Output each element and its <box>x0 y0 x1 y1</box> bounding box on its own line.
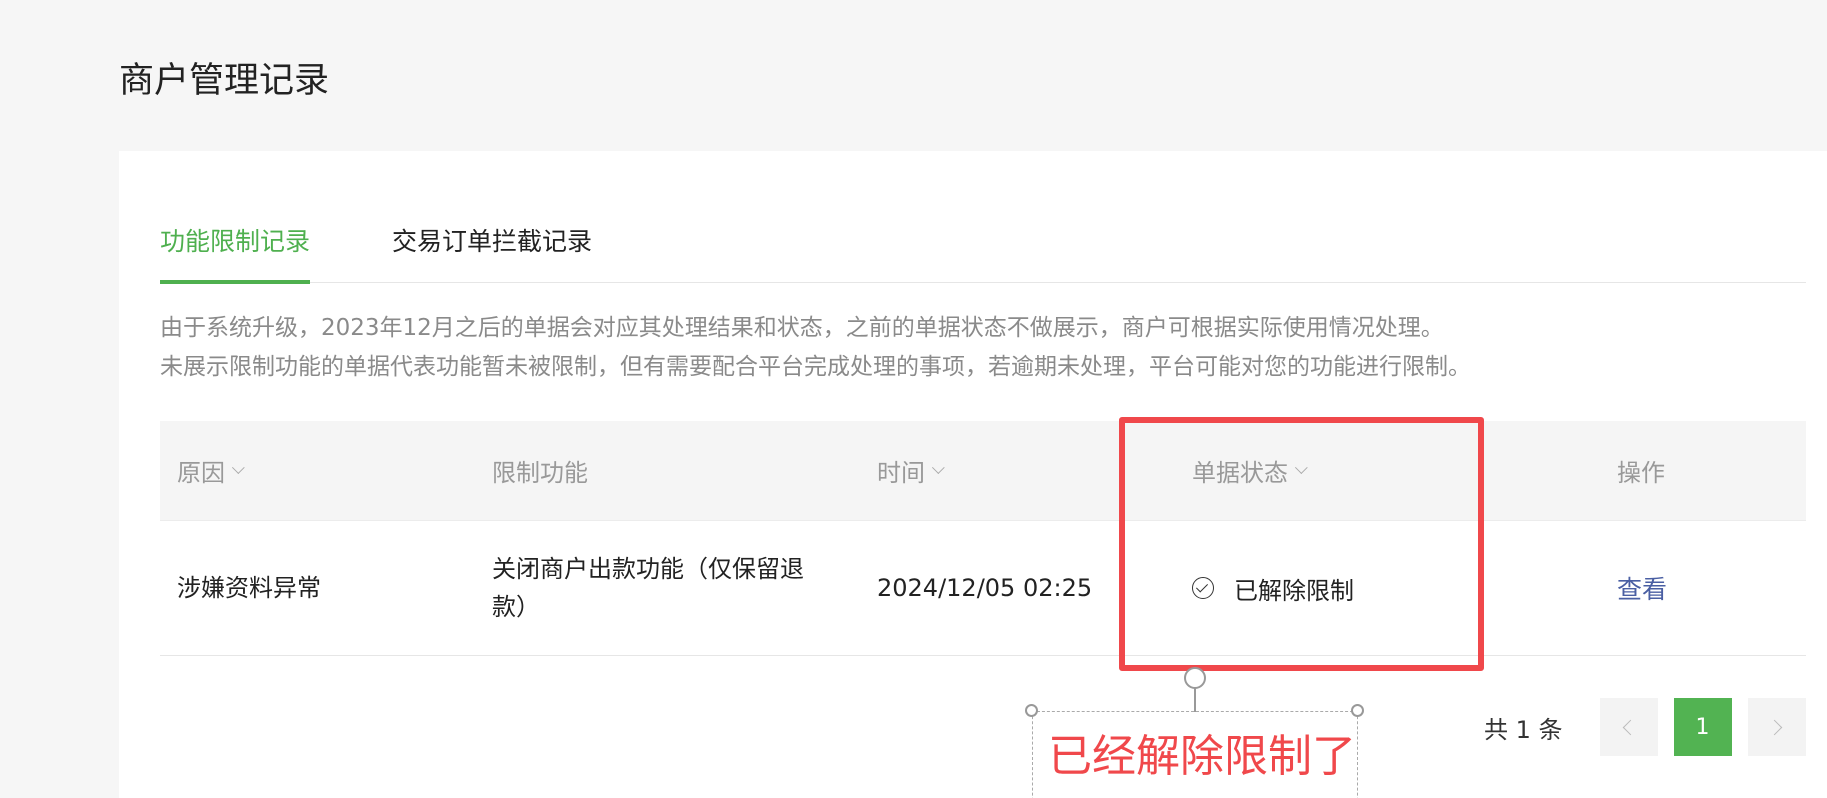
header-time[interactable]: 时间 <box>877 421 1147 520</box>
reason-text: 涉嫌资料异常 <box>177 574 321 602</box>
header-reason[interactable]: 原因 <box>177 421 467 520</box>
notice-line-2: 未展示限制功能的单据代表功能暂未被限制，但有需要配合平台完成处理的事项，若逾期未… <box>160 354 1471 380</box>
prev-page-button[interactable] <box>1599 698 1658 756</box>
view-link[interactable]: 查看 <box>1617 570 1667 606</box>
notice-text: 由于系统升级，2023年12月之后的单据会对应其处理结果和状态，之前的单据状态不… <box>160 309 1471 387</box>
notice-line-1: 由于系统升级，2023年12月之后的单据会对应其处理结果和状态，之前的单据状态不… <box>160 315 1444 341</box>
pagination: 共 1 条 1 <box>1484 698 1822 756</box>
annotation-highlight-box <box>1119 417 1484 671</box>
cell-reason: 涉嫌资料异常 <box>177 521 467 655</box>
tab-bar: 功能限制记录 交易订单拦截记录 <box>160 221 1806 284</box>
cell-action: 查看 <box>1617 521 1767 655</box>
tab-order-interception[interactable]: 交易订单拦截记录 <box>392 221 592 283</box>
header-function: 限制功能 <box>492 421 832 520</box>
total-count: 共 1 条 <box>1484 715 1563 744</box>
cell-time: 2024/12/05 02:25 <box>877 521 1147 655</box>
chevron-down-icon <box>231 461 245 475</box>
records-card: 功能限制记录 交易订单拦截记录 由于系统升级，2023年12月之后的单据会对应其… <box>119 151 1827 798</box>
time-text: 2024/12/05 02:25 <box>877 574 1093 602</box>
chevron-left-icon <box>1622 719 1639 735</box>
cell-function: 关闭商户出款功能（仅保留退款） <box>492 521 832 655</box>
records-table: 原因 限制功能 时间 单据状态 操作 涉嫌资料异常 关闭商户出款功能（仅保留退款… <box>160 421 1806 656</box>
function-text: 关闭商户出款功能（仅保留退款） <box>492 555 804 621</box>
table-header: 原因 限制功能 时间 单据状态 操作 <box>160 421 1806 521</box>
annotation-text: 已经解除限制了 <box>1048 731 1356 782</box>
next-page-button[interactable] <box>1747 698 1806 756</box>
page-button-1[interactable]: 1 <box>1673 698 1732 756</box>
header-time-label: 时间 <box>877 459 925 487</box>
annotation-rotate-handle[interactable] <box>1184 667 1206 689</box>
header-function-label: 限制功能 <box>492 459 588 487</box>
table-row: 涉嫌资料异常 关闭商户出款功能（仅保留退款） 2024/12/05 02:25 … <box>160 521 1806 656</box>
header-action-label: 操作 <box>1617 459 1665 487</box>
chevron-down-icon <box>931 461 945 475</box>
page-title: 商户管理记录 <box>119 61 330 101</box>
chevron-right-icon <box>1766 719 1783 735</box>
annotation-resize-handle[interactable] <box>1025 704 1038 717</box>
header-reason-label: 原因 <box>177 459 225 487</box>
annotation-resize-handle[interactable] <box>1351 704 1364 717</box>
tab-function-restriction[interactable]: 功能限制记录 <box>160 221 311 284</box>
header-action: 操作 <box>1617 421 1767 520</box>
